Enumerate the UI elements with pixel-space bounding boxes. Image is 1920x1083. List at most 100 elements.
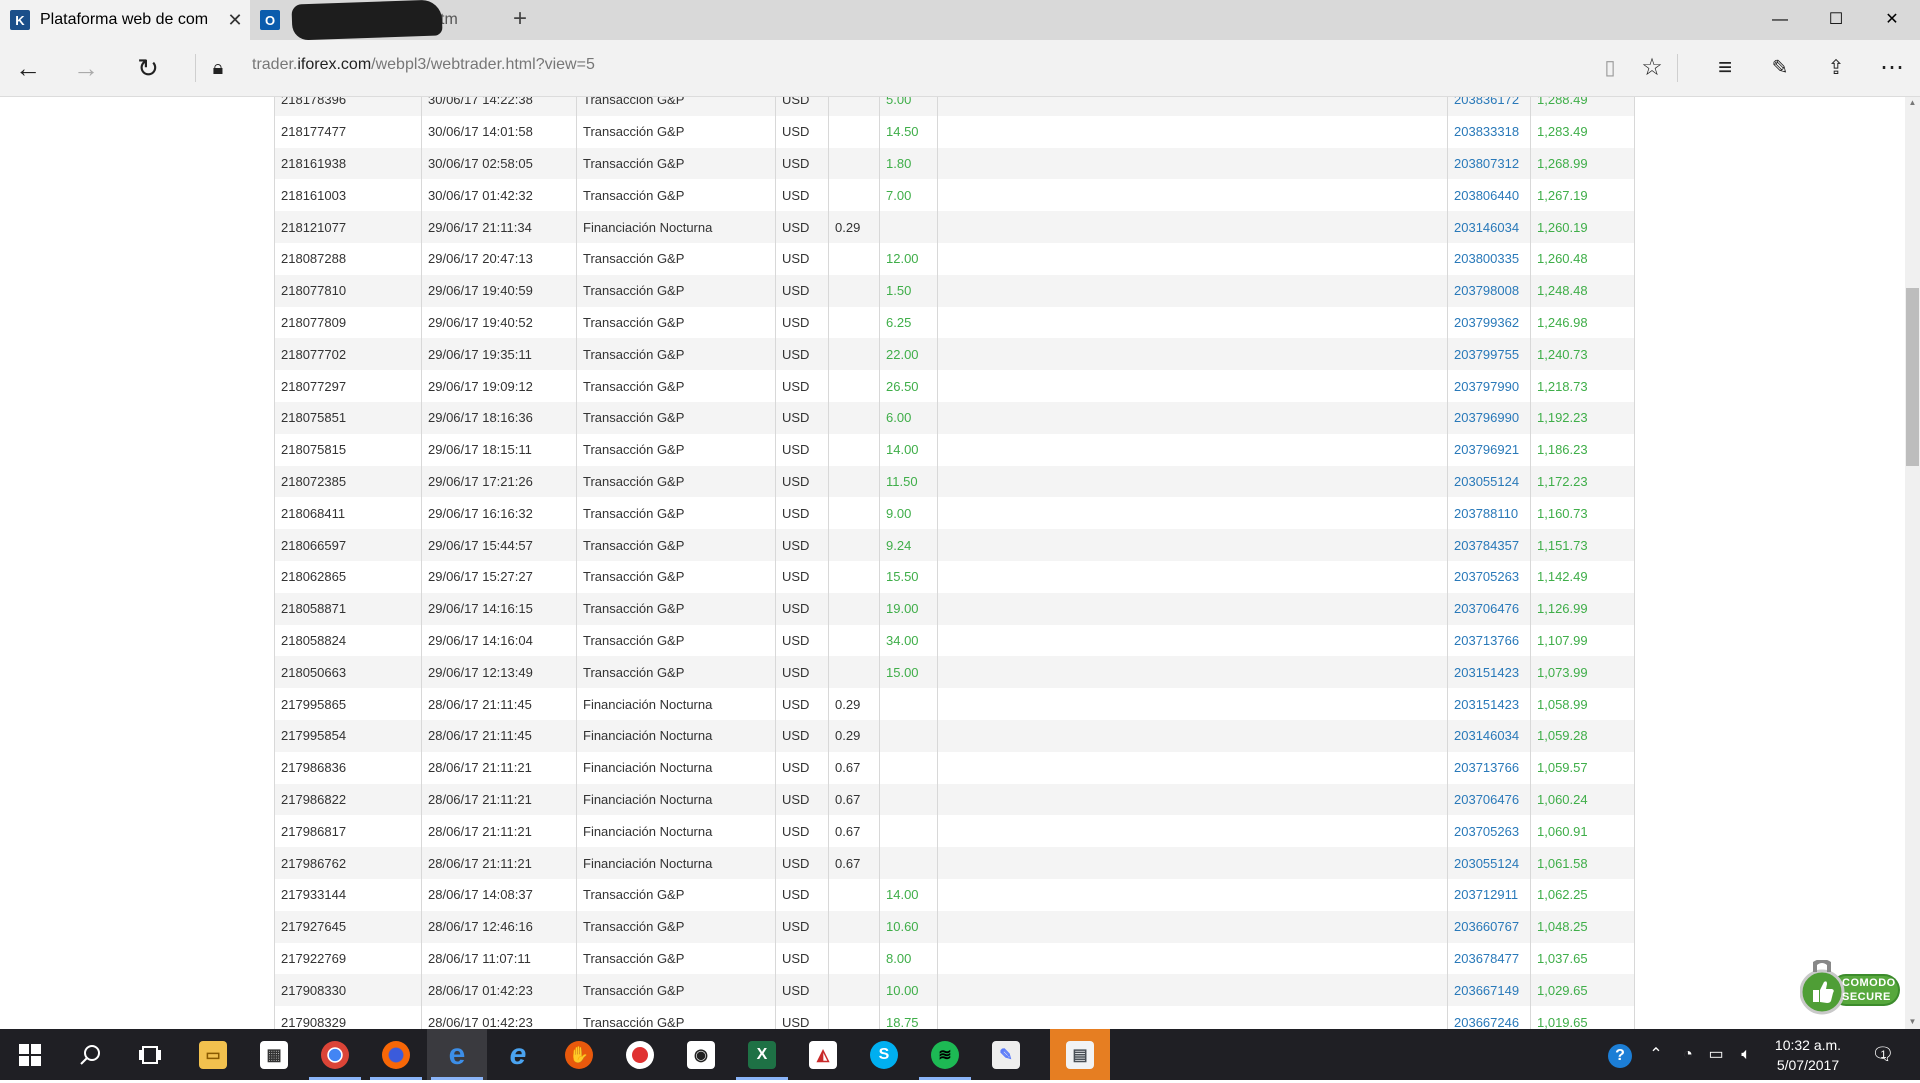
table-row[interactable]: 217986817 28/06/17 21:11:21 Financiación N… — [274, 815, 1635, 848]
record-icon — [626, 1040, 654, 1069]
transaction-currency: USD — [775, 560, 829, 593]
scrollbar-thumb[interactable] — [1906, 288, 1919, 466]
table-row[interactable]: 218077809 29/06/17 19:40:52 Transacción G&… — [274, 306, 1635, 339]
help-icon[interactable]: ? — [1604, 1029, 1636, 1080]
new-tab-button[interactable]: + — [508, 0, 532, 40]
taskbar-store[interactable]: ▦ — [244, 1029, 304, 1080]
transaction-debit: 0.67 — [828, 783, 880, 816]
transaction-date: 29/06/17 17:21:26 — [421, 465, 577, 498]
table-row[interactable]: 218062865 29/06/17 15:27:27 Transacción G&… — [274, 560, 1635, 593]
transaction-reference: 203784357 — [1447, 529, 1531, 561]
share-icon[interactable]: ⇪ — [1816, 48, 1856, 88]
transaction-balance: 1,019.65 — [1530, 1006, 1635, 1029]
favorite-star-icon[interactable]: ☆ — [1632, 48, 1672, 88]
close-tab-icon[interactable]: ✕ — [220, 10, 250, 31]
transaction-type: Transacción G&P — [576, 147, 776, 180]
scroll-up-arrow-icon[interactable]: ▲ — [1905, 97, 1920, 109]
scroll-down-arrow-icon[interactable]: ▼ — [1905, 1016, 1920, 1028]
taskbar-spotify[interactable]: ≋ — [915, 1029, 975, 1080]
transaction-credit: 6.00 — [879, 401, 938, 434]
table-row[interactable]: 218075851 29/06/17 18:16:36 Transacción G&… — [274, 401, 1635, 434]
table-row[interactable]: 217986822 28/06/17 21:11:21 Financiación N… — [274, 783, 1635, 816]
table-row[interactable]: 218121077 29/06/17 21:11:34 Financiación N… — [274, 211, 1635, 243]
table-row[interactable]: 217995854 28/06/17 21:11:45 Financiación N… — [274, 719, 1635, 752]
skype-icon: S — [870, 1040, 898, 1069]
taskbar-paint[interactable]: ✎ — [976, 1029, 1036, 1080]
table-row[interactable]: 218075815 29/06/17 18:15:11 Transacción G&… — [274, 433, 1635, 466]
table-row[interactable]: 218077297 29/06/17 19:09:12 Transacción G&… — [274, 370, 1635, 402]
table-row[interactable]: 218068411 29/06/17 16:16:32 Transacción G&… — [274, 497, 1635, 530]
transaction-currency: USD — [775, 147, 829, 180]
table-row[interactable]: 217922769 28/06/17 11:07:11 Transacción G&… — [274, 942, 1635, 975]
table-row[interactable]: 218077702 29/06/17 19:35:11 Transacción G&… — [274, 338, 1635, 371]
table-row[interactable]: 217927645 28/06/17 12:46:16 Transacción G&… — [274, 910, 1635, 943]
table-row[interactable]: 218072385 29/06/17 17:21:26 Transacción G&… — [274, 465, 1635, 498]
search-button[interactable] — [60, 1029, 120, 1080]
taskbar-skype[interactable]: S — [854, 1029, 914, 1080]
transaction-balance: 1,029.65 — [1530, 974, 1635, 1007]
taskbar-chrome[interactable] — [305, 1029, 365, 1080]
transaction-date: 29/06/17 19:40:59 — [421, 274, 577, 307]
lock-icon[interactable]: 🔒︎ — [198, 48, 238, 88]
taskbar-app-mountain[interactable]: ◭ — [793, 1029, 853, 1080]
minimize-button[interactable]: — — [1752, 0, 1808, 40]
task-view-button[interactable] — [120, 1029, 180, 1080]
transaction-reference: 203705263 — [1447, 560, 1531, 593]
transaction-balance: 1,151.73 — [1530, 529, 1635, 561]
transaction-reference: 203799362 — [1447, 306, 1531, 339]
chevron-up-icon[interactable]: ⌃ — [1640, 1029, 1672, 1080]
clock[interactable]: 10:32 a.m. 5/07/2017 — [1763, 1035, 1853, 1075]
more-icon[interactable]: ⋯ — [1872, 48, 1912, 88]
taskbar-recorder[interactable] — [610, 1029, 670, 1080]
table-row[interactable]: 218058871 29/06/17 14:16:15 Transacción G&… — [274, 592, 1635, 625]
notifications-icon[interactable]: 🗨︎1 — [1866, 1029, 1906, 1080]
table-row[interactable]: 218087288 29/06/17 20:47:13 Transacción G&… — [274, 242, 1635, 275]
taskbar-file-explorer[interactable]: ▭ — [183, 1029, 243, 1080]
forward-arrow-icon[interactable]: → — [66, 48, 106, 88]
table-row[interactable]: 218066597 29/06/17 15:44:57 Transacción G&… — [274, 529, 1635, 561]
url-field[interactable]: trader.iforex.com/webpl3/webtrader.html?… — [252, 56, 595, 74]
taskbar-edge[interactable]: e — [427, 1029, 487, 1080]
start-button[interactable] — [0, 1029, 60, 1080]
taskbar-app-orange[interactable]: ✋ — [549, 1029, 609, 1080]
table-row[interactable]: 217995865 28/06/17 21:11:45 Financiación N… — [274, 688, 1635, 720]
taskbar-excel[interactable]: X — [732, 1029, 792, 1080]
table-row[interactable]: 217933144 28/06/17 14:08:37 Transacción G&… — [274, 878, 1635, 911]
web-note-icon[interactable]: ✎ — [1760, 48, 1800, 88]
reading-view-icon[interactable]: ▯ — [1590, 48, 1630, 88]
refresh-icon[interactable]: ↻ — [128, 48, 168, 88]
close-window-button[interactable]: ✕ — [1864, 0, 1920, 40]
taskbar-app-highlighted[interactable]: ▤ — [1050, 1029, 1110, 1080]
table-row[interactable]: 218177477 30/06/17 14:01:58 Transacción G&… — [274, 115, 1635, 148]
table-row[interactable]: 217986762 28/06/17 21:11:21 Financiación N… — [274, 847, 1635, 879]
table-row[interactable]: 218050663 29/06/17 12:13:49 Transacción G&… — [274, 656, 1635, 689]
taskbar-internet-explorer[interactable]: e — [488, 1029, 548, 1080]
page-scrollbar[interactable] — [1905, 97, 1920, 1029]
transaction-balance: 1,073.99 — [1530, 656, 1635, 689]
table-row[interactable]: 217908329 28/06/17 01:42:23 Transacción G&… — [274, 1006, 1635, 1029]
battery-icon[interactable]: ▭ — [1700, 1029, 1732, 1080]
hub-icon[interactable]: ≡ — [1705, 48, 1745, 88]
volume-icon[interactable]: 🔈︎ — [1730, 1029, 1762, 1080]
transaction-id: 218077809 — [274, 306, 422, 339]
taskbar-firefox[interactable] — [366, 1029, 426, 1080]
tab-iforex[interactable]: K Plataforma web de com ✕ — [0, 0, 250, 40]
transaction-credit: 26.50 — [879, 370, 938, 402]
table-row[interactable]: 218077810 29/06/17 19:40:59 Transacción G&… — [274, 274, 1635, 307]
table-row[interactable]: 217908330 28/06/17 01:42:23 Transacción G&… — [274, 974, 1635, 1007]
transaction-credit: 15.50 — [879, 560, 938, 593]
transaction-debit — [828, 497, 880, 530]
table-row[interactable]: 218161003 30/06/17 01:42:32 Transacción G&… — [274, 179, 1635, 212]
comodo-secure-badge[interactable]: COMODO SECURE — [1800, 960, 1902, 1016]
transaction-currency: USD — [775, 497, 829, 530]
table-row[interactable]: 218058824 29/06/17 14:16:04 Transacción G&… — [274, 624, 1635, 657]
table-row[interactable]: 217986836 28/06/17 21:11:21 Financiación N… — [274, 751, 1635, 784]
maximize-button[interactable]: ☐ — [1808, 0, 1864, 40]
empty-cell — [937, 147, 1448, 180]
table-row[interactable]: 218161938 30/06/17 02:58:05 Transacción G&… — [274, 147, 1635, 180]
taskbar-camera[interactable]: ◉ — [671, 1029, 731, 1080]
url-path: /webpl3/webtrader.html?view=5 — [371, 56, 595, 73]
transaction-date: 28/06/17 14:08:37 — [421, 878, 577, 911]
table-row[interactable]: 218178396 30/06/17 14:22:38 Transacción G&… — [274, 97, 1635, 116]
back-arrow-icon[interactable]: ← — [8, 48, 48, 88]
